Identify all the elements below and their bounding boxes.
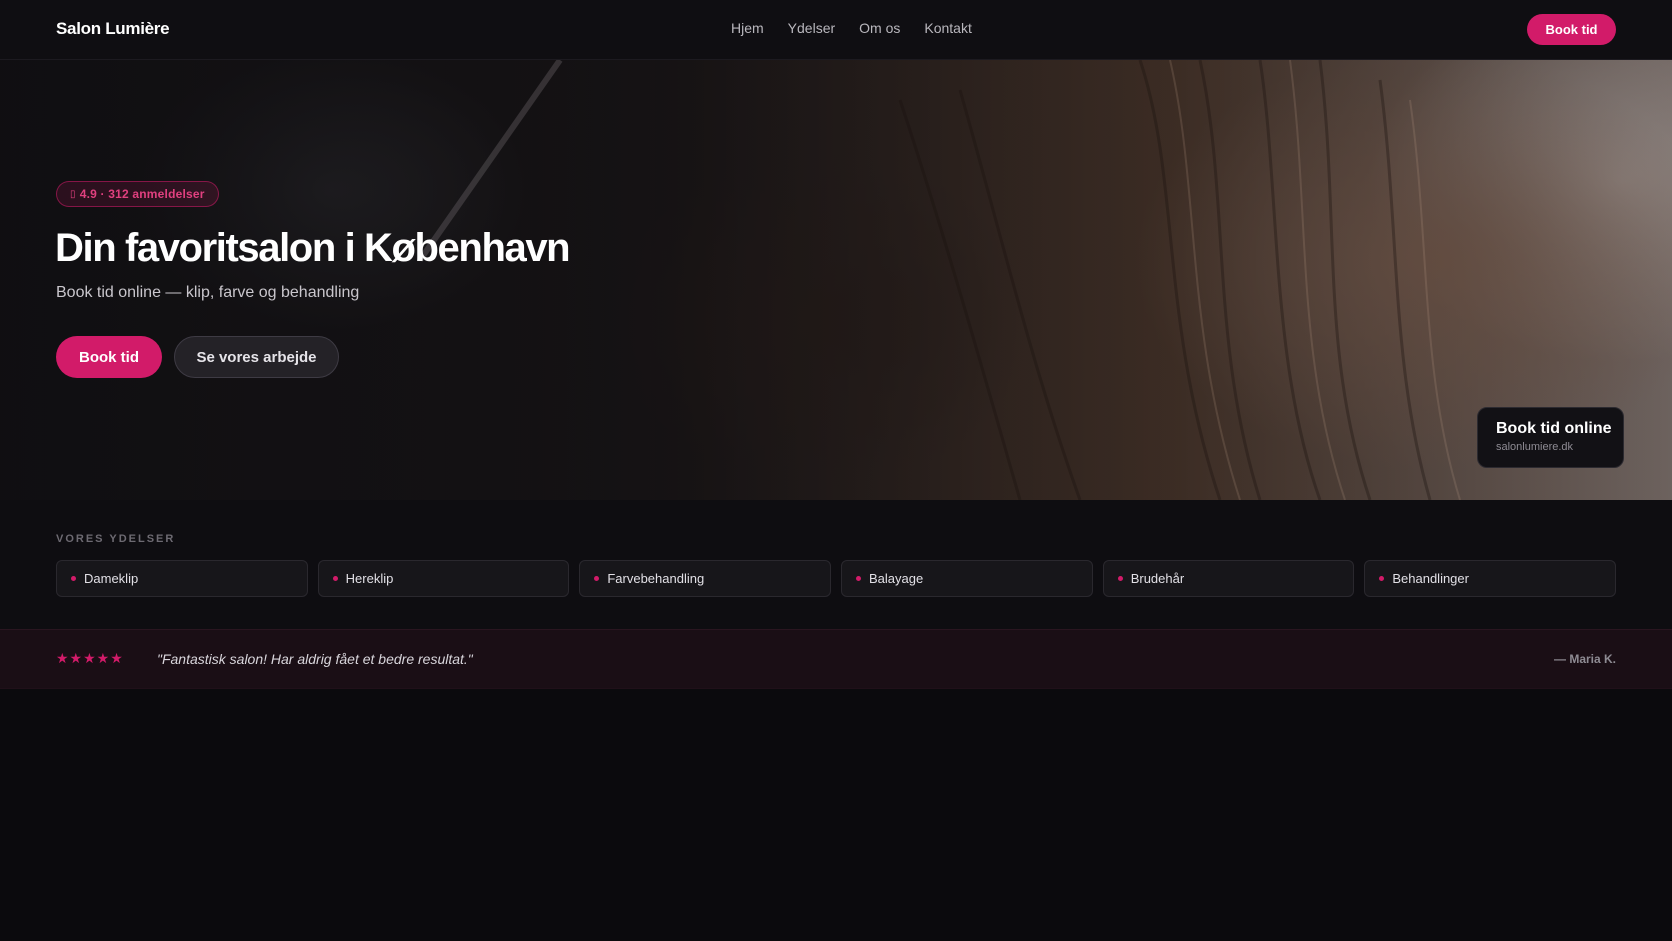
service-item-hereklip[interactable]: Hereklip <box>317 560 570 597</box>
service-list: Dameklip Hereklip Farvebehandling Balaya… <box>56 560 1617 597</box>
page: Salon Lumière Hjem Ydelser Om os Kontakt… <box>0 0 1672 941</box>
nav-link-kontakt[interactable]: Kontakt <box>924 20 971 36</box>
rating-text: 4.9 · 312 anmeldelser <box>79 187 205 201</box>
bullet-dot-icon <box>594 576 600 581</box>
hero-title: Din favoritsalon i København <box>55 226 571 270</box>
nav-book-button[interactable]: Book tid <box>1527 14 1616 45</box>
service-label: Dameklip <box>84 571 139 586</box>
hero-section: ▯ 4.9 · 312 anmeldelser Din favoritsalon… <box>0 60 1672 500</box>
bullet-dot-icon <box>1117 576 1123 581</box>
nav-links: Hjem Ydelser Om os Kontakt <box>731 20 972 36</box>
services-section: VORES YDELSER Dameklip Hereklip Farvebeh… <box>0 500 1672 629</box>
hero-subtitle: Book tid online — klip, farve og behandl… <box>56 284 360 301</box>
testimonial-author: — Maria K. <box>1553 652 1616 666</box>
five-stars-icon: ★★★★★ <box>56 650 124 666</box>
book-button[interactable]: Book tid <box>56 336 162 378</box>
book-card-url: salonlumiere.dk <box>1496 441 1574 453</box>
bullet-dot-icon <box>332 576 338 581</box>
service-item-brudehar[interactable]: Brudehår <box>1102 560 1355 597</box>
bullet-dot-icon <box>71 576 76 581</box>
top-nav: Salon Lumière Hjem Ydelser Om os Kontakt… <box>0 0 1672 60</box>
rating-badge: ▯ 4.9 · 312 anmeldelser <box>56 181 219 207</box>
see-work-button[interactable]: Se vores arbejde <box>174 336 339 378</box>
service-item-dameklip[interactable]: Dameklip <box>56 560 308 597</box>
book-online-card[interactable]: Book tid online salonlumiere.dk <box>1477 407 1624 468</box>
star-icon: ▯ <box>70 188 76 200</box>
nav-link-hjem[interactable]: Hjem <box>731 20 764 36</box>
service-label: Brudehår <box>1130 571 1185 586</box>
service-item-behandlinger[interactable]: Behandlinger <box>1364 560 1617 597</box>
service-label: Hereklip <box>345 571 394 586</box>
testimonial-quote: "Fantastisk salon! Har aldrig fået et be… <box>157 651 473 667</box>
brand-logo[interactable]: Salon Lumière <box>56 19 170 39</box>
service-label: Behandlinger <box>1392 571 1469 586</box>
service-label: Balayage <box>869 571 924 586</box>
nav-link-ydelser[interactable]: Ydelser <box>788 20 835 36</box>
service-label: Farvebehandling <box>607 571 705 586</box>
service-item-farvebehandling[interactable]: Farvebehandling <box>579 560 832 597</box>
services-heading: VORES YDELSER <box>56 533 176 545</box>
service-item-balayage[interactable]: Balayage <box>841 560 1093 597</box>
nav-link-om-os[interactable]: Om os <box>859 20 900 36</box>
bullet-dot-icon <box>856 576 862 581</box>
hero-background-image <box>417 60 1461 500</box>
bullet-dot-icon <box>1379 576 1385 581</box>
testimonial-bar: ★★★★★ "Fantastisk salon! Har aldrig fået… <box>0 629 1672 689</box>
book-card-title: Book tid online <box>1496 420 1612 437</box>
